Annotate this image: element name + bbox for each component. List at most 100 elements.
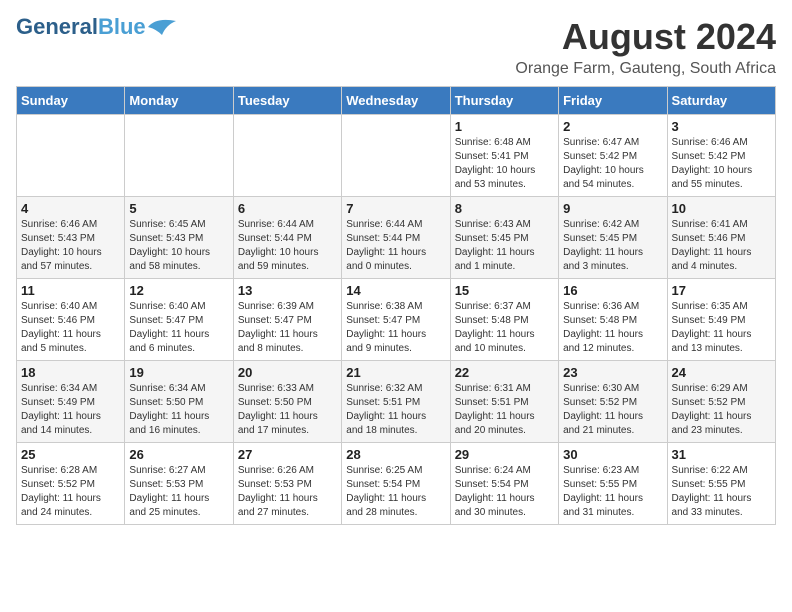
calendar-cell: 16 Sunrise: 6:36 AM Sunset: 5:48 PM Dayli… — [559, 279, 667, 361]
day-info: Sunrise: 6:36 AM Sunset: 5:48 PM Dayligh… — [563, 300, 662, 356]
day-number: 25 — [21, 447, 120, 462]
calendar-cell: 1Sunrise: 6:48 AM Sunset: 5:41 PM Daylig… — [450, 115, 558, 197]
logo: GeneralBlue — [16, 16, 176, 38]
calendar-cell: 26 Sunrise: 6:27 AM Sunset: 5:53 PM Dayli… — [125, 443, 233, 525]
calendar-header-row: SundayMondayTuesdayWednesdayThursdayFrid… — [17, 87, 776, 115]
title-block: August 2024 Orange Farm, Gauteng, South … — [515, 16, 776, 78]
subtitle: Orange Farm, Gauteng, South Africa — [515, 60, 776, 78]
calendar-cell — [125, 115, 233, 197]
calendar-cell: 20Sunrise: 6:33 AM Sunset: 5:50 PM Dayli… — [233, 361, 341, 443]
day-info: Sunrise: 6:30 AM Sunset: 5:52 PM Dayligh… — [563, 382, 662, 438]
day-info: Sunrise: 6:42 AM Sunset: 5:45 PM Dayligh… — [563, 218, 662, 274]
calendar-table: SundayMondayTuesdayWednesdayThursdayFrid… — [16, 86, 776, 525]
calendar-cell: 14Sunrise: 6:38 AM Sunset: 5:47 PM Dayli… — [342, 279, 450, 361]
calendar-cell: 15 Sunrise: 6:37 AM Sunset: 5:48 PM Dayli… — [450, 279, 558, 361]
calendar-cell — [17, 115, 125, 197]
day-info: Sunrise: 6:35 AM Sunset: 5:49 PM Dayligh… — [672, 300, 771, 356]
day-number: 5 — [129, 201, 228, 216]
calendar-cell: 9 Sunrise: 6:42 AM Sunset: 5:45 PM Daylig… — [559, 197, 667, 279]
day-number: 4 — [21, 201, 120, 216]
day-info: Sunrise: 6:34 AM Sunset: 5:49 PM Dayligh… — [21, 382, 120, 438]
day-info: Sunrise: 6:46 AM Sunset: 5:42 PM Dayligh… — [672, 136, 771, 192]
calendar-week-4: 18 Sunrise: 6:34 AM Sunset: 5:49 PM Dayli… — [17, 361, 776, 443]
calendar-cell: 3 Sunrise: 6:46 AM Sunset: 5:42 PM Daylig… — [667, 115, 775, 197]
day-number: 7 — [346, 201, 445, 216]
day-number: 15 — [455, 283, 554, 298]
day-info: Sunrise: 6:24 AM Sunset: 5:54 PM Dayligh… — [455, 464, 554, 520]
day-number: 29 — [455, 447, 554, 462]
calendar-cell: 11Sunrise: 6:40 AM Sunset: 5:46 PM Dayli… — [17, 279, 125, 361]
day-number: 18 — [21, 365, 120, 380]
calendar-week-5: 25 Sunrise: 6:28 AM Sunset: 5:52 PM Dayli… — [17, 443, 776, 525]
day-number: 3 — [672, 119, 771, 134]
day-info: Sunrise: 6:26 AM Sunset: 5:53 PM Dayligh… — [238, 464, 337, 520]
day-number: 27 — [238, 447, 337, 462]
col-header-wednesday: Wednesday — [342, 87, 450, 115]
day-info: Sunrise: 6:33 AM Sunset: 5:50 PM Dayligh… — [238, 382, 337, 438]
day-info: Sunrise: 6:44 AM Sunset: 5:44 PM Dayligh… — [238, 218, 337, 274]
day-number: 8 — [455, 201, 554, 216]
day-info: Sunrise: 6:45 AM Sunset: 5:43 PM Dayligh… — [129, 218, 228, 274]
page-header: GeneralBlue August 2024 Orange Farm, Gau… — [16, 16, 776, 78]
main-title: August 2024 — [515, 16, 776, 58]
calendar-cell: 19 Sunrise: 6:34 AM Sunset: 5:50 PM Dayli… — [125, 361, 233, 443]
day-number: 28 — [346, 447, 445, 462]
day-info: Sunrise: 6:41 AM Sunset: 5:46 PM Dayligh… — [672, 218, 771, 274]
calendar-cell: 5 Sunrise: 6:45 AM Sunset: 5:43 PM Daylig… — [125, 197, 233, 279]
calendar-cell: 21Sunrise: 6:32 AM Sunset: 5:51 PM Dayli… — [342, 361, 450, 443]
calendar-cell — [233, 115, 341, 197]
calendar-cell: 7 Sunrise: 6:44 AM Sunset: 5:44 PM Daylig… — [342, 197, 450, 279]
day-number: 19 — [129, 365, 228, 380]
day-number: 31 — [672, 447, 771, 462]
calendar-cell: 12Sunrise: 6:40 AM Sunset: 5:47 PM Dayli… — [125, 279, 233, 361]
logo-blue: Blue — [98, 16, 146, 38]
day-info: Sunrise: 6:37 AM Sunset: 5:48 PM Dayligh… — [455, 300, 554, 356]
calendar-cell: 23Sunrise: 6:30 AM Sunset: 5:52 PM Dayli… — [559, 361, 667, 443]
day-number: 30 — [563, 447, 662, 462]
col-header-tuesday: Tuesday — [233, 87, 341, 115]
col-header-saturday: Saturday — [667, 87, 775, 115]
day-info: Sunrise: 6:31 AM Sunset: 5:51 PM Dayligh… — [455, 382, 554, 438]
day-info: Sunrise: 6:29 AM Sunset: 5:52 PM Dayligh… — [672, 382, 771, 438]
day-number: 17 — [672, 283, 771, 298]
calendar-week-1: 1Sunrise: 6:48 AM Sunset: 5:41 PM Daylig… — [17, 115, 776, 197]
col-header-sunday: Sunday — [17, 87, 125, 115]
calendar-cell: 10 Sunrise: 6:41 AM Sunset: 5:46 PM Dayli… — [667, 197, 775, 279]
day-number: 9 — [563, 201, 662, 216]
day-number: 2 — [563, 119, 662, 134]
day-number: 26 — [129, 447, 228, 462]
day-info: Sunrise: 6:28 AM Sunset: 5:52 PM Dayligh… — [21, 464, 120, 520]
day-number: 13 — [238, 283, 337, 298]
col-header-thursday: Thursday — [450, 87, 558, 115]
day-number: 21 — [346, 365, 445, 380]
calendar-week-2: 4 Sunrise: 6:46 AM Sunset: 5:43 PM Daylig… — [17, 197, 776, 279]
day-number: 16 — [563, 283, 662, 298]
day-info: Sunrise: 6:22 AM Sunset: 5:55 PM Dayligh… — [672, 464, 771, 520]
calendar-cell: 6Sunrise: 6:44 AM Sunset: 5:44 PM Daylig… — [233, 197, 341, 279]
day-info: Sunrise: 6:44 AM Sunset: 5:44 PM Dayligh… — [346, 218, 445, 274]
day-info: Sunrise: 6:27 AM Sunset: 5:53 PM Dayligh… — [129, 464, 228, 520]
calendar-cell: 28 Sunrise: 6:25 AM Sunset: 5:54 PM Dayli… — [342, 443, 450, 525]
day-info: Sunrise: 6:47 AM Sunset: 5:42 PM Dayligh… — [563, 136, 662, 192]
day-number: 10 — [672, 201, 771, 216]
calendar-cell: 2 Sunrise: 6:47 AM Sunset: 5:42 PM Daylig… — [559, 115, 667, 197]
calendar-cell: 4 Sunrise: 6:46 AM Sunset: 5:43 PM Daylig… — [17, 197, 125, 279]
calendar-cell: 27 Sunrise: 6:26 AM Sunset: 5:53 PM Dayli… — [233, 443, 341, 525]
calendar-cell: 18 Sunrise: 6:34 AM Sunset: 5:49 PM Dayli… — [17, 361, 125, 443]
calendar-cell: 13 Sunrise: 6:39 AM Sunset: 5:47 PM Dayli… — [233, 279, 341, 361]
day-info: Sunrise: 6:34 AM Sunset: 5:50 PM Dayligh… — [129, 382, 228, 438]
calendar-cell: 25 Sunrise: 6:28 AM Sunset: 5:52 PM Dayli… — [17, 443, 125, 525]
day-info: Sunrise: 6:48 AM Sunset: 5:41 PM Dayligh… — [455, 136, 554, 192]
day-info: Sunrise: 6:25 AM Sunset: 5:54 PM Dayligh… — [346, 464, 445, 520]
calendar-cell: 22Sunrise: 6:31 AM Sunset: 5:51 PM Dayli… — [450, 361, 558, 443]
day-info: Sunrise: 6:46 AM Sunset: 5:43 PM Dayligh… — [21, 218, 120, 274]
day-info: Sunrise: 6:40 AM Sunset: 5:46 PM Dayligh… — [21, 300, 120, 356]
day-number: 12 — [129, 283, 228, 298]
day-info: Sunrise: 6:39 AM Sunset: 5:47 PM Dayligh… — [238, 300, 337, 356]
day-info: Sunrise: 6:23 AM Sunset: 5:55 PM Dayligh… — [563, 464, 662, 520]
day-number: 24 — [672, 365, 771, 380]
day-info: Sunrise: 6:38 AM Sunset: 5:47 PM Dayligh… — [346, 300, 445, 356]
calendar-cell: 30 Sunrise: 6:23 AM Sunset: 5:55 PM Dayli… — [559, 443, 667, 525]
calendar-cell: 29 Sunrise: 6:24 AM Sunset: 5:54 PM Dayli… — [450, 443, 558, 525]
calendar-cell: 24 Sunrise: 6:29 AM Sunset: 5:52 PM Dayli… — [667, 361, 775, 443]
